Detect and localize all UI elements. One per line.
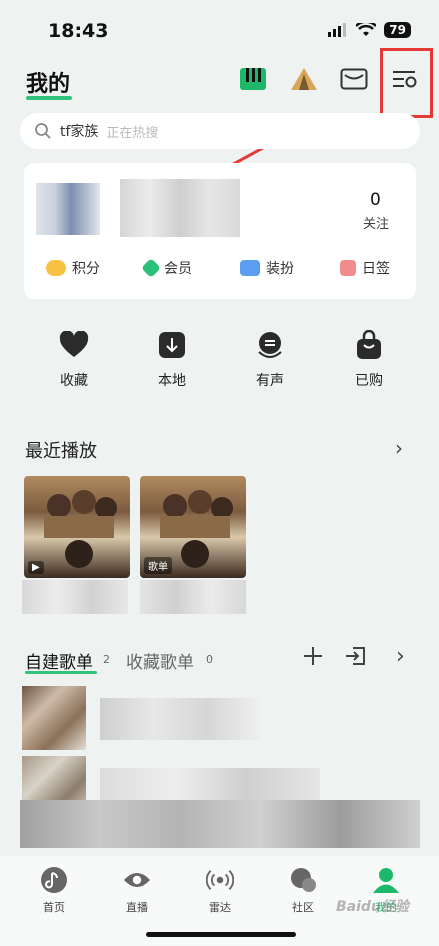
diamond-icon (141, 258, 161, 278)
quick-link-label: 会员 (164, 261, 192, 277)
quick-link-label: 积分 (72, 261, 100, 277)
home-indicator (146, 932, 296, 937)
signal-icon (328, 23, 347, 37)
status-icons: 79 (328, 22, 411, 38)
person-icon (372, 866, 400, 894)
search-query: tf家族 (60, 124, 99, 140)
tab-self-count: 2 (103, 653, 110, 666)
settings-highlight-box (380, 48, 433, 118)
search-bar[interactable]: tf家族 正在热搜 (20, 113, 420, 149)
community-icon (289, 866, 317, 894)
quick-link-points[interactable]: 积分 (46, 258, 100, 278)
recent-title-blurred (140, 580, 246, 614)
tab-underline (25, 671, 97, 674)
nav-home[interactable]: 首页 (24, 866, 84, 915)
battery-indicator: 79 (384, 22, 411, 38)
recent-cover[interactable]: 歌单 (140, 476, 246, 578)
tab-self-created[interactable]: 自建歌单 (25, 648, 93, 673)
bag-icon (354, 330, 384, 360)
func-label: 本地 (158, 373, 186, 389)
avatar[interactable] (36, 183, 100, 235)
piano-icon[interactable] (238, 64, 268, 94)
func-label: 已购 (355, 373, 383, 389)
title-underline (26, 96, 72, 100)
quick-link-label: 日签 (362, 261, 390, 277)
recent-section-title: 最近播放 (25, 441, 97, 462)
func-label: 收藏 (60, 373, 88, 389)
calendar-icon (340, 260, 356, 276)
radar-icon (206, 866, 234, 894)
watermark: Baidu经验 (336, 899, 409, 915)
tent-icon[interactable] (289, 64, 319, 94)
nav-label: 社区 (292, 901, 314, 914)
play-tag: ▶ (28, 561, 44, 574)
func-purchased[interactable]: 已购 (339, 330, 399, 390)
follow-count[interactable]: 0 (370, 190, 381, 210)
coin-icon (46, 260, 66, 276)
profile-card[interactable] (24, 163, 416, 299)
status-time: 18:43 (48, 20, 109, 42)
shirt-icon (240, 260, 260, 276)
follow-label[interactable]: 关注 (363, 213, 389, 232)
nav-label: 首页 (43, 901, 65, 914)
playlist-cover-blurred[interactable] (22, 686, 86, 750)
func-audio[interactable]: 有声 (240, 330, 300, 390)
recent-cover[interactable]: ▶ (24, 476, 130, 578)
nav-radar[interactable]: 雷达 (190, 866, 250, 915)
func-label: 有声 (256, 373, 284, 389)
eye-icon (123, 866, 151, 894)
chevron-right-icon[interactable]: › (396, 644, 405, 669)
recent-title-blurred (22, 580, 128, 614)
username-blurred[interactable] (120, 179, 240, 237)
nav-label: 雷达 (209, 901, 231, 914)
chevron-right-icon[interactable]: › (395, 436, 403, 460)
quick-link-vip[interactable]: 会员 (141, 258, 192, 278)
music-note-icon (40, 866, 68, 894)
search-hint: 正在热搜 (106, 125, 159, 141)
nav-community[interactable]: 社区 (273, 866, 333, 915)
import-icon[interactable] (345, 646, 367, 672)
heart-icon (59, 330, 89, 360)
add-icon[interactable] (303, 646, 323, 672)
playlist-title-blurred (100, 698, 260, 740)
tab-collected-count: 0 (206, 653, 213, 666)
audiobook-icon (255, 330, 285, 360)
mail-icon[interactable] (339, 64, 369, 94)
nav-label: 直播 (126, 901, 148, 914)
quick-link-label: 装扮 (266, 261, 294, 277)
quick-link-daily[interactable]: 日签 (340, 258, 390, 278)
nav-live[interactable]: 直播 (107, 866, 167, 915)
func-local[interactable]: 本地 (142, 330, 202, 390)
playlist-tag: 歌单 (144, 557, 172, 574)
search-icon (35, 123, 51, 139)
func-favorites[interactable]: 收藏 (44, 330, 104, 390)
wifi-icon (356, 23, 377, 36)
quick-link-decor[interactable]: 装扮 (240, 258, 294, 278)
tab-collected[interactable]: 收藏歌单 (126, 648, 194, 673)
download-icon (157, 330, 187, 360)
mini-player-blurred[interactable] (20, 800, 420, 848)
page-title: 我的 (26, 72, 71, 97)
